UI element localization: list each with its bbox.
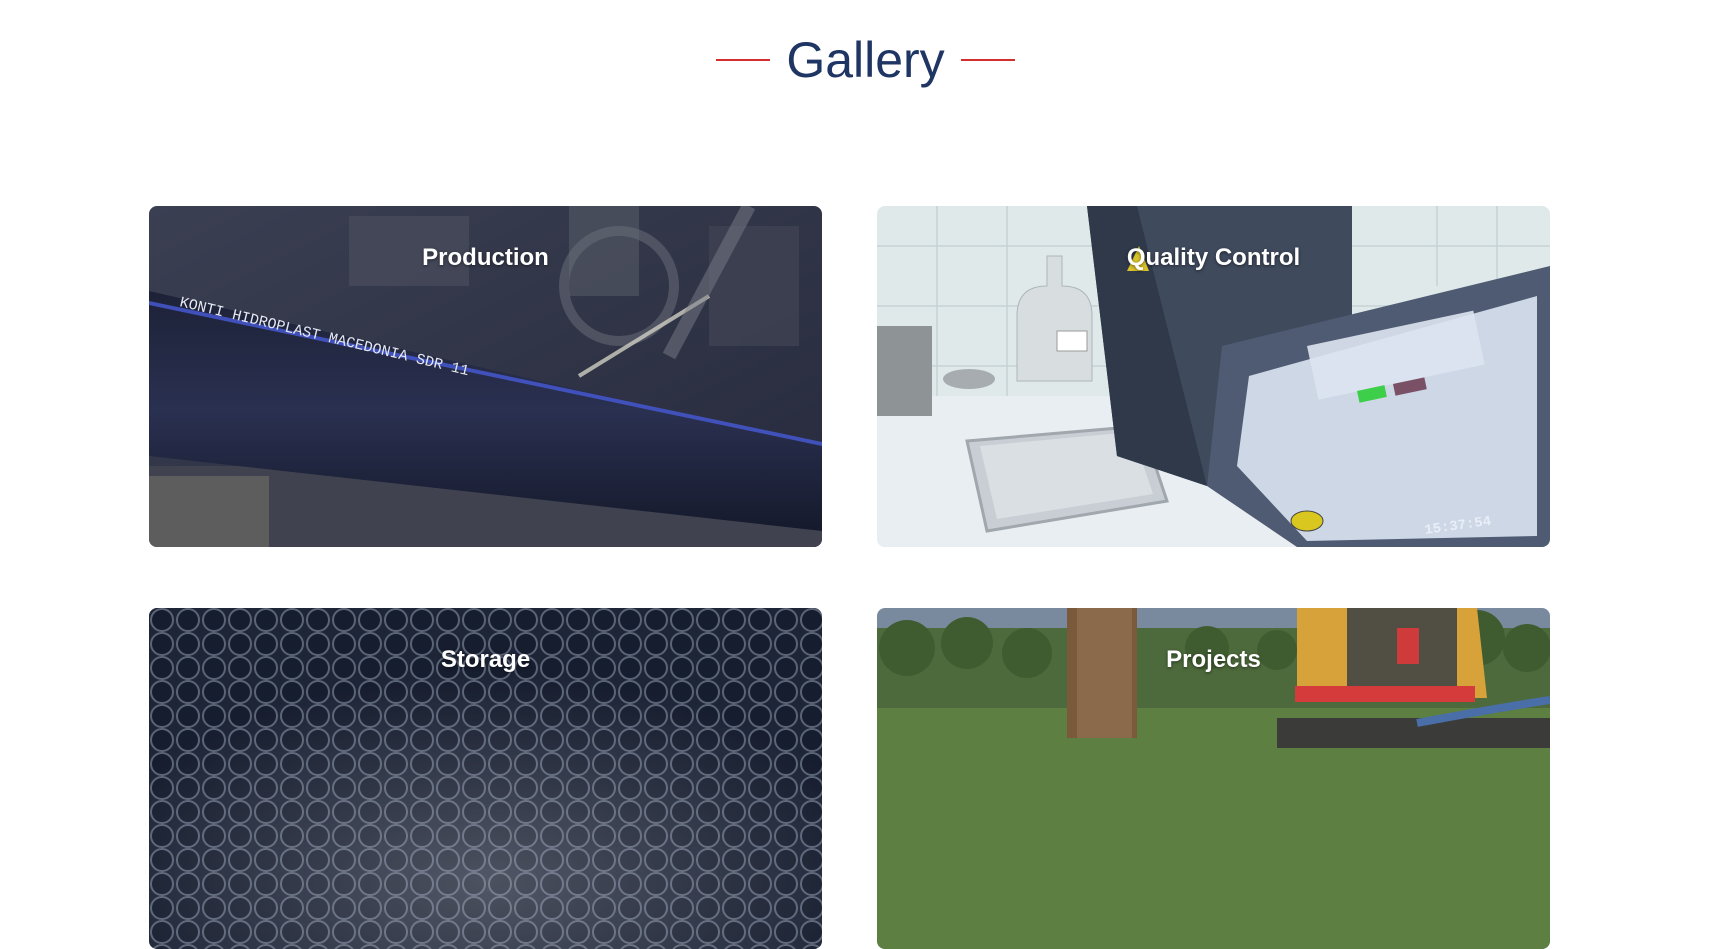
gallery-card-quality-control[interactable]: 15:37:54 Quality Control: [877, 206, 1550, 547]
card-title-storage: Storage: [440, 646, 531, 673]
card-title-production: Production: [422, 244, 549, 271]
gallery-card-production[interactable]: KONTI HIDROPLAST MACEDONIA SDR 11 Produc…: [149, 206, 822, 547]
gallery-card-projects[interactable]: Projects: [877, 608, 1550, 949]
gallery-header: Gallery: [0, 30, 1731, 90]
page-title: Gallery: [786, 32, 945, 88]
title-right-rule: [960, 59, 1015, 61]
card-title-projects: Projects: [1166, 646, 1261, 673]
card-title-quality-control: Quality Control: [1126, 244, 1301, 271]
title-left-rule: [716, 59, 771, 61]
gallery-card-storage[interactable]: Storage: [149, 608, 822, 949]
